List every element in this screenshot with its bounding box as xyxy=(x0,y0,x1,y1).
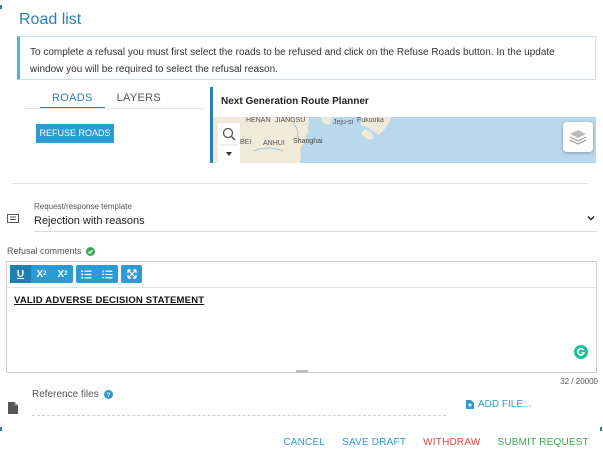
save-draft-button[interactable]: SAVE DRAFT xyxy=(342,437,406,448)
map-label-fukuoka: Fukuoka xyxy=(357,117,384,124)
template-underline xyxy=(34,231,597,232)
tabs-underline xyxy=(26,108,204,109)
map-search-icon xyxy=(220,127,238,156)
reference-files-label: Reference files ? xyxy=(32,389,113,400)
map-label-jeju: Jeju-si xyxy=(333,119,354,126)
map-zoom-control[interactable] xyxy=(218,123,240,163)
file-icon xyxy=(8,402,18,414)
add-file-icon xyxy=(466,400,474,409)
refusal-comments-label: Refusal comments xyxy=(7,246,95,256)
superscript-button[interactable]: X2 xyxy=(31,265,52,283)
reference-files-text: Reference files xyxy=(32,389,99,400)
list-group xyxy=(76,265,118,283)
cancel-button[interactable]: CANCEL xyxy=(283,437,325,448)
numbered-list-button[interactable] xyxy=(97,265,118,283)
submit-request-button[interactable]: SUBMIT REQUEST xyxy=(497,437,589,448)
comment-icon xyxy=(7,214,19,223)
tab-bar: ROADS LAYERS xyxy=(40,91,173,109)
map-label-henan: HENAN xyxy=(246,117,271,124)
numbered-list-icon xyxy=(102,269,113,278)
edge-marker xyxy=(0,5,2,9)
underline-button[interactable]: U xyxy=(10,265,31,283)
view-group xyxy=(121,265,142,283)
format-group: U X2 X2 xyxy=(10,265,73,283)
resize-handle[interactable] xyxy=(296,370,308,373)
map-layers-button[interactable] xyxy=(563,122,593,152)
tab-roads[interactable]: ROADS xyxy=(40,91,105,109)
reference-files-underline xyxy=(32,415,446,416)
map-canvas[interactable]: HENAN JIANGSU Jeju-si Fukuoka BEI ANHUI … xyxy=(213,117,596,163)
tab-layers[interactable]: LAYERS xyxy=(105,91,173,109)
action-bar: CANCEL SAVE DRAFT WITHDRAW SUBMIT REQUES… xyxy=(283,437,589,448)
refuse-roads-button[interactable]: REFUSE ROADS xyxy=(36,124,114,143)
section-divider xyxy=(12,183,588,184)
svg-text:?: ? xyxy=(106,392,110,399)
map-label-shanghai: Shanghai xyxy=(293,138,323,145)
map-label-jiangsu: JIANGSU xyxy=(275,117,306,124)
info-box: To complete a refusal you must first sel… xyxy=(17,36,596,80)
layers-icon xyxy=(569,130,587,145)
editor-separator xyxy=(7,287,596,288)
map-label-anhui: ANHUI xyxy=(263,140,285,147)
withdraw-button[interactable]: WITHDRAW xyxy=(423,437,480,448)
map-title: Next Generation Route Planner xyxy=(213,87,596,117)
editor-content[interactable]: VALID ADVERSE DECISION STATEMENT xyxy=(14,295,204,306)
chevron-down-icon[interactable] xyxy=(586,213,596,223)
template-label: Request/response template xyxy=(34,202,132,211)
fullscreen-button[interactable] xyxy=(121,265,142,283)
template-select[interactable]: Rejection with reasons xyxy=(34,215,145,227)
info-text: To complete a refusal you must first sel… xyxy=(30,47,555,75)
bulleted-list-icon xyxy=(81,269,92,279)
edge-marker xyxy=(0,427,2,431)
refusal-comments-text: Refusal comments xyxy=(7,246,82,256)
grammarly-icon[interactable] xyxy=(574,345,588,359)
subscript-button[interactable]: X2 xyxy=(52,265,73,283)
edge-marker xyxy=(600,427,602,431)
map-label-bei: BEI xyxy=(240,139,252,146)
map-panel: Next Generation Route Planner HENAN JIAN… xyxy=(210,87,596,163)
bulleted-list-button[interactable] xyxy=(76,265,97,283)
add-file-button[interactable]: ADD FILE... xyxy=(466,399,531,410)
char-count: 32 / 20000 xyxy=(560,377,598,386)
page-title: Road list xyxy=(19,11,82,28)
add-file-label: ADD FILE... xyxy=(478,399,532,410)
comments-editor[interactable]: U X2 X2 VALID ADVERSE DECISION STATEMENT xyxy=(6,261,597,373)
help-icon[interactable]: ? xyxy=(103,390,113,399)
check-circle-icon xyxy=(85,246,95,256)
expand-icon xyxy=(126,269,137,279)
editor-toolbar: U X2 X2 xyxy=(10,265,142,283)
